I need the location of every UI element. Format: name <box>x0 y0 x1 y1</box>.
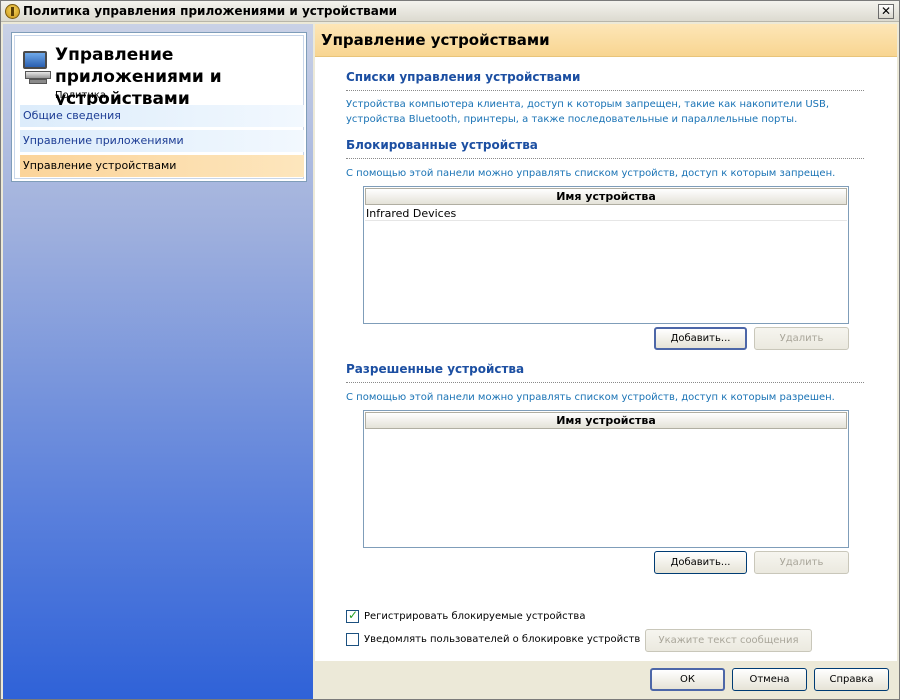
close-button[interactable]: ✕ <box>878 4 894 19</box>
notify-users-option[interactable]: Уведомлять пользователей о блокировке ус… <box>346 633 640 649</box>
window-title: Политика управления приложениями и устро… <box>23 4 398 18</box>
notify-users-checkbox[interactable] <box>346 633 359 646</box>
column-header-device-name[interactable]: Имя устройства <box>365 188 847 205</box>
section-description-blocked-devices: С помощью этой панели можно управлять сп… <box>346 168 836 179</box>
section-title-allowed-devices: Разрешенные устройства <box>346 362 525 376</box>
remove-allowed-device-button[interactable]: Удалить <box>754 551 849 574</box>
section-divider <box>346 158 864 159</box>
ok-button[interactable]: ОК <box>650 668 725 691</box>
section-divider <box>346 90 864 91</box>
blocked-devices-list[interactable]: Имя устройства Infrared Devices <box>363 186 849 324</box>
page-title: Управление устройствами <box>321 31 550 49</box>
computer-icon <box>23 51 53 85</box>
shield-icon <box>5 4 20 19</box>
column-header-device-name[interactable]: Имя устройства <box>365 412 847 429</box>
section-description-device-lists: Устройства компьютера клиента, доступ к … <box>346 99 830 125</box>
log-blocked-devices-option[interactable]: Регистрировать блокируемые устройства <box>346 609 585 626</box>
policy-subtitle: Политика <box>55 90 107 101</box>
main-content-pane: Управление устройствами Списки управлени… <box>315 24 897 661</box>
list-item[interactable]: Infrared Devices <box>365 206 847 221</box>
remove-blocked-device-button[interactable]: Удалить <box>754 327 849 350</box>
navigation-panel: Управление приложениями и устройствами П… <box>11 32 307 182</box>
section-title-device-lists: Списки управления устройствами <box>346 70 581 84</box>
allowed-devices-list[interactable]: Имя устройства <box>363 410 849 548</box>
section-divider <box>346 382 864 383</box>
notify-users-label[interactable]: Уведомлять пользователей о блокировке ус… <box>364 634 640 645</box>
add-blocked-device-button[interactable]: Добавить... <box>654 327 747 350</box>
log-blocked-devices-checkbox[interactable] <box>346 609 359 623</box>
cancel-button[interactable]: Отмена <box>732 668 807 691</box>
add-allowed-device-button[interactable]: Добавить... <box>654 551 747 574</box>
nav-item-app-control[interactable]: Управление приложениями <box>20 130 304 152</box>
left-navigation-pane: Управление приложениями и устройствами П… <box>3 24 313 699</box>
section-description-allowed-devices: С помощью этой панели можно управлять сп… <box>346 392 835 403</box>
nav-item-overview[interactable]: Общие сведения <box>20 105 304 127</box>
title-bar[interactable]: Политика управления приложениями и устро… <box>1 1 899 22</box>
log-blocked-devices-label[interactable]: Регистрировать блокируемые устройства <box>364 611 585 622</box>
policy-window: Политика управления приложениями и устро… <box>0 0 900 700</box>
nav-item-device-control[interactable]: Управление устройствами <box>20 155 304 177</box>
section-title-blocked-devices: Блокированные устройства <box>346 138 538 152</box>
message-text-button[interactable]: Укажите текст сообщения <box>645 629 812 652</box>
content-header: Управление устройствами <box>315 24 897 57</box>
help-button[interactable]: Справка <box>814 668 889 691</box>
